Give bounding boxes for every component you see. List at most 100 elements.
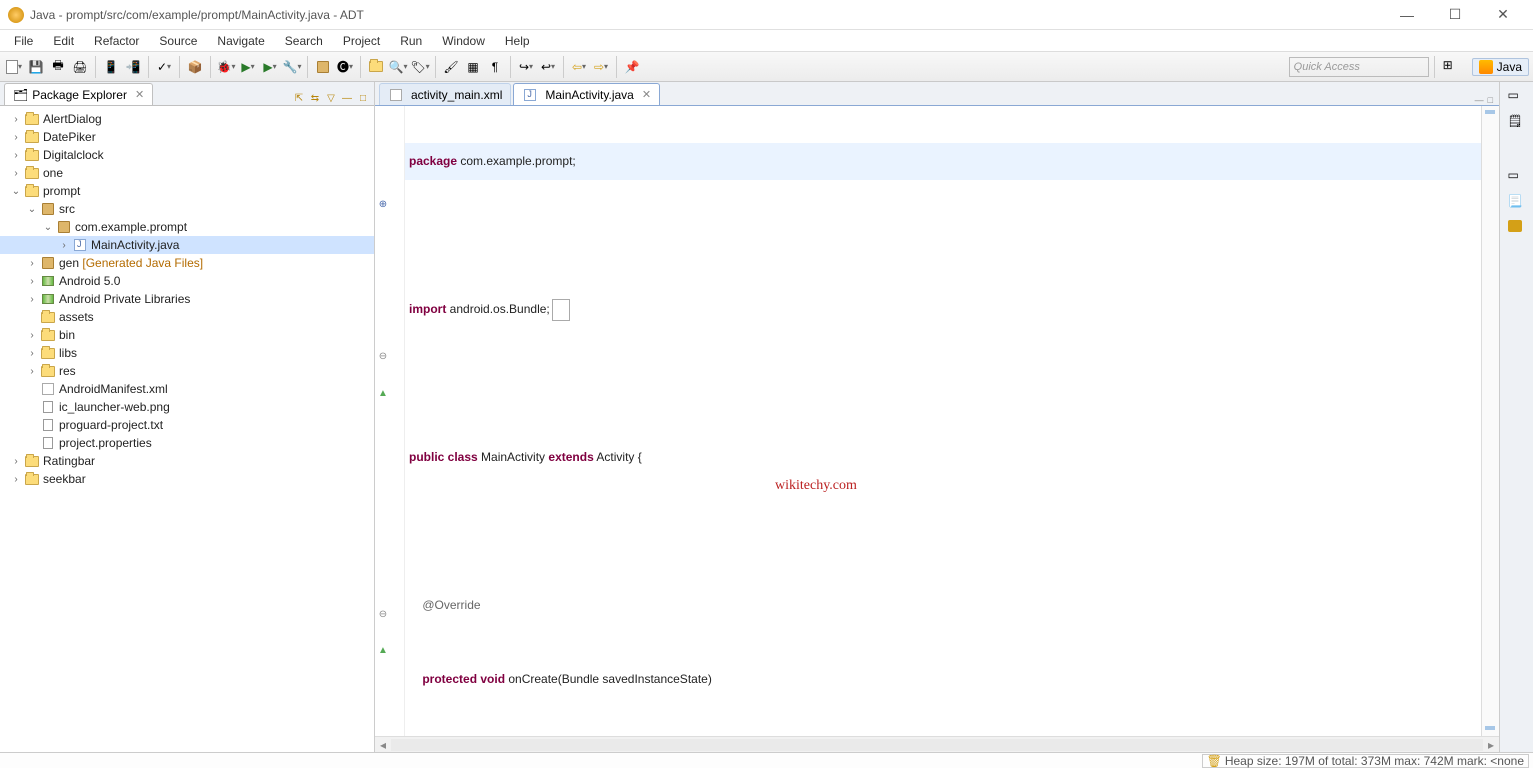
menu-window[interactable]: Window — [432, 32, 495, 50]
tree-item[interactable]: ⌄prompt — [0, 182, 374, 200]
expand-icon[interactable]: ⌄ — [24, 204, 40, 215]
perspective-java[interactable]: Java — [1472, 58, 1529, 76]
tree-item[interactable]: project.properties — [0, 434, 374, 452]
expand-icon[interactable]: › — [8, 474, 24, 485]
fold-expand-icon[interactable]: ⊕ — [377, 198, 389, 210]
run-button[interactable]: ▶▾ — [239, 58, 257, 76]
expand-icon[interactable]: › — [8, 114, 24, 125]
package-explorer-tab[interactable]: 🗂 Package Explorer ✕ — [4, 83, 153, 105]
sdk-manager-button[interactable]: 📱 — [102, 58, 120, 76]
view-menu-button[interactable]: ▽ — [324, 91, 338, 105]
debug-button[interactable]: 🐞▾ — [217, 58, 235, 76]
tree-item[interactable]: ›libs — [0, 344, 374, 362]
menu-file[interactable]: File — [4, 32, 43, 50]
tree-item[interactable]: ›AlertDialog — [0, 110, 374, 128]
expand-icon[interactable]: › — [24, 258, 40, 269]
fold-collapse-icon[interactable]: ⊖ — [377, 350, 389, 362]
editor-tab[interactable]: activity_main.xml — [379, 83, 511, 105]
maximize-view-button[interactable]: □ — [356, 91, 370, 105]
print-button[interactable]: 🖨 — [71, 58, 89, 76]
expand-icon[interactable]: › — [24, 366, 40, 377]
tree-item[interactable]: ›Android 5.0 — [0, 272, 374, 290]
menu-edit[interactable]: Edit — [43, 32, 84, 50]
build-view-icon[interactable] — [1508, 220, 1526, 238]
tree-item[interactable]: ›gen [Generated Java Files] — [0, 254, 374, 272]
minimize-button[interactable]: — — [1385, 4, 1429, 26]
heap-status[interactable]: 🗑 Heap size: 197M of total: 373M max: 74… — [1202, 754, 1529, 768]
tree-item[interactable]: ⌄com.example.prompt — [0, 218, 374, 236]
tree-item[interactable]: ⌄src — [0, 200, 374, 218]
expand-icon[interactable]: › — [24, 276, 40, 287]
editor-tab[interactable]: MainActivity.java✕ — [513, 83, 660, 105]
close-tab-icon[interactable]: ✕ — [642, 88, 651, 101]
editor-maximize-button[interactable]: □ — [1488, 95, 1493, 105]
tree-item[interactable]: ›bin — [0, 326, 374, 344]
next-annotation-button[interactable]: ↪▾ — [517, 58, 535, 76]
overview-ruler[interactable] — [1481, 106, 1499, 736]
tree-item[interactable]: ›one — [0, 164, 374, 182]
toggle-block-button[interactable]: ▦ — [464, 58, 482, 76]
pin-button[interactable]: 📌 — [623, 58, 641, 76]
expand-icon[interactable]: › — [8, 150, 24, 161]
expand-icon[interactable]: › — [56, 240, 72, 251]
new-class-button[interactable]: 🅒▾ — [336, 58, 354, 76]
expand-icon[interactable]: › — [24, 330, 40, 341]
tree-item[interactable]: ›res — [0, 362, 374, 380]
scroll-left-icon[interactable]: ◂ — [375, 738, 391, 752]
tree-item[interactable]: AndroidManifest.xml — [0, 380, 374, 398]
expand-icon[interactable]: ⌄ — [8, 186, 24, 197]
lint-button[interactable]: ✓▾ — [155, 58, 173, 76]
save-button[interactable]: 💾 — [27, 58, 45, 76]
open-type-button[interactable] — [367, 58, 385, 76]
back-button[interactable]: ⇦▾ — [570, 58, 588, 76]
tree-item[interactable]: ›MainActivity.java — [0, 236, 374, 254]
quick-access-input[interactable]: Quick Access — [1289, 57, 1429, 77]
expand-icon[interactable]: › — [24, 294, 40, 305]
editor-minimize-button[interactable]: — — [1475, 95, 1484, 105]
menu-help[interactable]: Help — [495, 32, 540, 50]
task-list-view-icon[interactable]: 📃 — [1508, 194, 1526, 212]
close-view-icon[interactable]: ✕ — [135, 88, 144, 101]
restore-icon[interactable]: ▭ — [1508, 88, 1526, 106]
expand-icon[interactable]: › — [8, 456, 24, 467]
toggle-mark-button[interactable]: 🖌 — [442, 58, 460, 76]
menu-navigate[interactable]: Navigate — [207, 32, 274, 50]
tree-item[interactable]: ›DatePiker — [0, 128, 374, 146]
outline-view-icon[interactable]: 🗒 — [1508, 114, 1526, 132]
link-editor-button[interactable]: ⇆ — [308, 91, 322, 105]
maximize-button[interactable]: ☐ — [1433, 4, 1477, 26]
restore-icon[interactable]: ▭ — [1508, 168, 1526, 186]
show-whitespace-button[interactable]: ¶ — [486, 58, 504, 76]
expand-icon[interactable]: › — [8, 132, 24, 143]
run-last-button[interactable]: ▶▾ — [261, 58, 279, 76]
open-perspective-button[interactable]: ⊞ — [1443, 58, 1461, 76]
forward-button[interactable]: ⇨▾ — [592, 58, 610, 76]
collapse-all-button[interactable]: ⇱ — [292, 91, 306, 105]
code-editor[interactable]: package com.example.prompt; import andro… — [405, 106, 1481, 736]
avd-manager-button[interactable]: 📲 — [124, 58, 142, 76]
scroll-right-icon[interactable]: ▸ — [1483, 738, 1499, 752]
menu-search[interactable]: Search — [275, 32, 333, 50]
new-button[interactable]: ▾ — [5, 58, 23, 76]
menu-project[interactable]: Project — [333, 32, 390, 50]
new-package-button[interactable] — [314, 58, 332, 76]
tree-item[interactable]: ›Ratingbar — [0, 452, 374, 470]
tree-item[interactable]: ›Digitalclock — [0, 146, 374, 164]
tree-item[interactable]: ›seekbar — [0, 470, 374, 488]
tree-item[interactable]: ›Android Private Libraries — [0, 290, 374, 308]
project-tree[interactable]: ›AlertDialog›DatePiker›Digitalclock›one⌄… — [0, 106, 374, 752]
fold-collapse-icon[interactable]: ⊖ — [377, 608, 389, 620]
tree-item[interactable]: assets — [0, 308, 374, 326]
expand-icon[interactable]: › — [24, 348, 40, 359]
tree-item[interactable]: proguard-project.txt — [0, 416, 374, 434]
expand-icon[interactable]: ⌄ — [40, 222, 56, 233]
expand-icon[interactable]: › — [8, 168, 24, 179]
folded-marker-icon[interactable] — [552, 299, 570, 321]
editor-horizontal-scrollbar[interactable]: ◂ ▸ — [375, 736, 1499, 752]
save-all-button[interactable]: 🖶 — [49, 58, 67, 76]
external-tools-button[interactable]: 🔧▾ — [283, 58, 301, 76]
task-button[interactable]: 🏷▾ — [411, 58, 429, 76]
prev-annotation-button[interactable]: ↩▾ — [539, 58, 557, 76]
close-button[interactable]: ✕ — [1481, 4, 1525, 26]
tree-item[interactable]: ic_launcher-web.png — [0, 398, 374, 416]
